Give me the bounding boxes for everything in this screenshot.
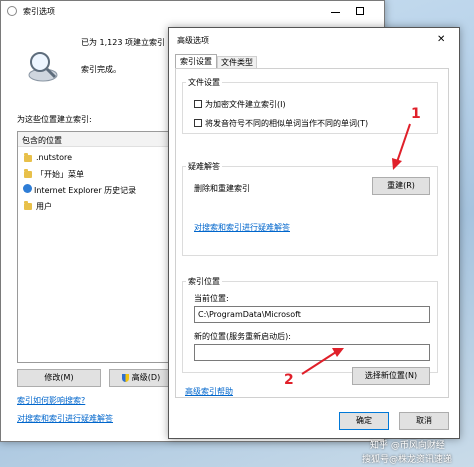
arrow-2-line	[301, 351, 337, 375]
watermark-line1: 知乎 @币风向财经	[370, 441, 445, 451]
arrow-1-head	[392, 158, 402, 170]
watermark-line2: 搜狐号@株龙资讯速递	[362, 455, 453, 465]
annotation-label-1: 1	[411, 106, 421, 122]
annotation-label-2: 2	[284, 372, 294, 388]
arrow-1-line	[396, 123, 411, 163]
annotation-arrows	[301, 123, 411, 375]
